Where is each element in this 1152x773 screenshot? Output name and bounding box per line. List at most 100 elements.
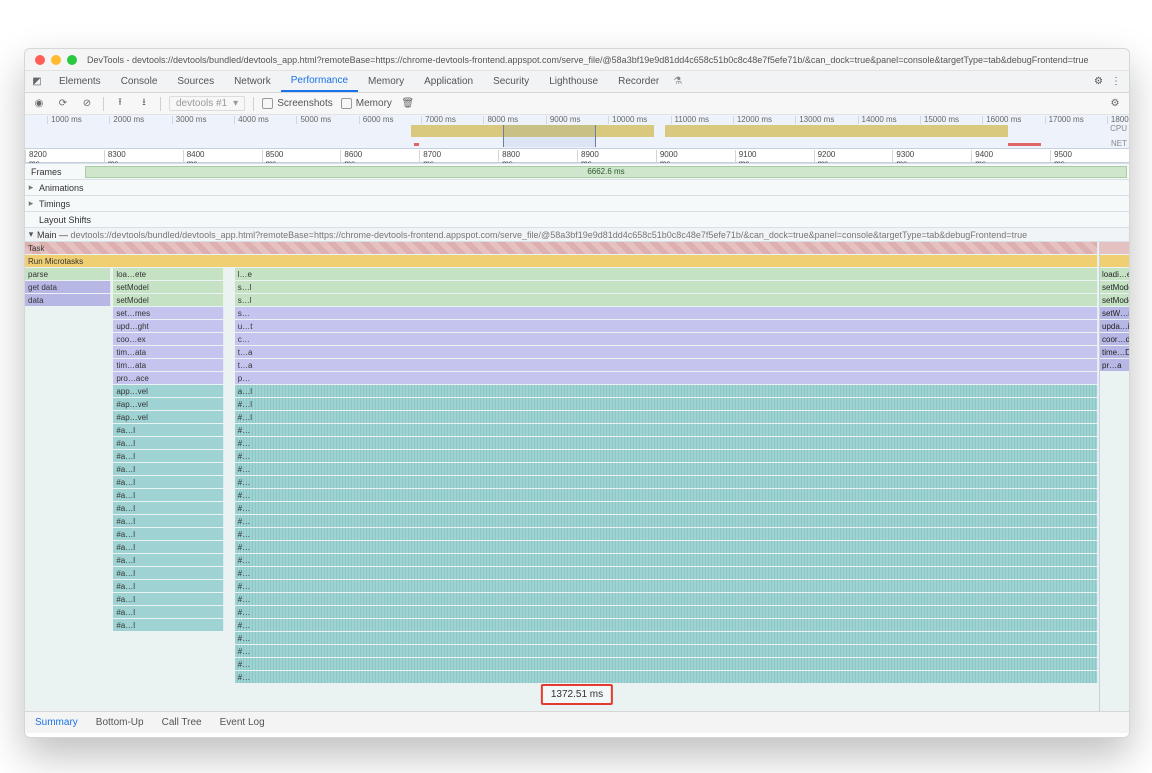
flame-bar[interactable]: s… bbox=[235, 307, 1098, 319]
flame-bar[interactable]: p… bbox=[235, 372, 1098, 384]
flame-bar[interactable]: u…t bbox=[235, 320, 1098, 332]
flame-bar[interactable]: #… bbox=[235, 554, 1098, 566]
detail-tab-call-tree[interactable]: Call Tree bbox=[162, 717, 202, 728]
flame-bar[interactable]: upd…ght bbox=[113, 320, 223, 332]
flame-bar[interactable]: #a…l bbox=[113, 541, 223, 553]
tab-application[interactable]: Application bbox=[414, 71, 483, 92]
close-icon[interactable] bbox=[35, 55, 45, 65]
flame-label[interactable]: get data bbox=[25, 281, 111, 293]
flame-bar[interactable]: #a…l bbox=[113, 489, 223, 501]
expand-icon[interactable]: ▸ bbox=[25, 182, 37, 193]
flame-bar[interactable]: #… bbox=[235, 580, 1098, 592]
flame-bar[interactable]: #… bbox=[235, 671, 1098, 683]
tab-security[interactable]: Security bbox=[483, 71, 539, 92]
flame-bar[interactable]: #…l bbox=[235, 398, 1098, 410]
flame-bar[interactable]: #… bbox=[235, 463, 1098, 475]
flame-bar[interactable]: #a…l bbox=[113, 463, 223, 475]
tab-console[interactable]: Console bbox=[111, 71, 168, 92]
minimize-icon[interactable] bbox=[51, 55, 61, 65]
layout-shifts-track[interactable]: Layout Shifts bbox=[25, 211, 1129, 227]
flame-bar[interactable]: #… bbox=[235, 502, 1098, 514]
tab-performance[interactable]: Performance bbox=[281, 71, 358, 92]
flame-bar[interactable]: coo…ex bbox=[113, 333, 223, 345]
flame-bar[interactable]: #… bbox=[235, 541, 1098, 553]
clear-icon[interactable]: ⊘ bbox=[79, 98, 95, 109]
flame-bar[interactable]: #… bbox=[235, 476, 1098, 488]
tab-lighthouse[interactable]: Lighthouse bbox=[539, 71, 608, 92]
more-icon[interactable]: ⋮ bbox=[1111, 76, 1121, 87]
detail-tab-summary[interactable]: Summary bbox=[35, 717, 78, 728]
main-track-header[interactable]: ▾ Main — devtools://devtools/bundled/dev… bbox=[25, 227, 1129, 241]
traffic-lights[interactable] bbox=[25, 55, 87, 65]
gear-icon[interactable]: ⚙ bbox=[1107, 98, 1123, 109]
flame-bar[interactable]: #… bbox=[235, 606, 1098, 618]
flame-bar[interactable]: #ap…vel bbox=[113, 411, 223, 423]
flame-bar[interactable]: s…l bbox=[235, 281, 1098, 293]
inspect-icon[interactable]: ◩ bbox=[25, 76, 49, 87]
record-icon[interactable]: ◉ bbox=[31, 98, 47, 109]
flame-bar[interactable]: #a…l bbox=[113, 528, 223, 540]
microtask-bar[interactable]: Run Microtasks bbox=[25, 255, 1098, 267]
frame-bar[interactable]: 6662.6 ms bbox=[85, 166, 1127, 178]
tab-network[interactable]: Network bbox=[224, 71, 281, 92]
flame-bar[interactable]: #ap…vel bbox=[113, 398, 223, 410]
tab-sources[interactable]: Sources bbox=[167, 71, 224, 92]
upload-icon[interactable]: ⭱ bbox=[112, 95, 128, 112]
download-icon[interactable]: ⭳ bbox=[136, 95, 152, 112]
flame-bar[interactable]: #a…l bbox=[113, 580, 223, 592]
detail-tab-event-log[interactable]: Event Log bbox=[220, 717, 265, 728]
flame-bar[interactable]: #… bbox=[235, 645, 1098, 657]
flame-bar[interactable]: #a…l bbox=[113, 619, 223, 631]
flame-bar[interactable]: #a…l bbox=[113, 476, 223, 488]
settings-icon[interactable]: ⚙ bbox=[1094, 76, 1103, 87]
flame-bar[interactable]: setModel bbox=[113, 294, 223, 306]
flame-bar[interactable]: #…l bbox=[235, 411, 1098, 423]
timings-track[interactable]: ▸Timings bbox=[25, 195, 1129, 211]
flame-bar[interactable]: #a…l bbox=[113, 593, 223, 605]
flame-bar[interactable]: #… bbox=[235, 489, 1098, 501]
collapse-icon[interactable]: ▾ bbox=[25, 229, 37, 240]
screenshots-checkbox[interactable]: Screenshots bbox=[262, 98, 333, 109]
flame-bar[interactable]: t…a bbox=[235, 359, 1098, 371]
flame-bar[interactable]: #… bbox=[235, 437, 1098, 449]
flame-bar[interactable]: #… bbox=[235, 567, 1098, 579]
flame-bar[interactable]: #a…l bbox=[113, 450, 223, 462]
animations-track[interactable]: ▸Animations bbox=[25, 179, 1129, 195]
overview-timeline[interactable]: 1000 ms2000 ms3000 ms4000 ms5000 ms6000 … bbox=[25, 115, 1129, 149]
flame-bar[interactable]: t…a bbox=[235, 346, 1098, 358]
time-ruler[interactable]: 8200 ms8300 ms8400 ms8500 ms8600 ms8700 … bbox=[25, 149, 1129, 163]
memory-checkbox[interactable]: Memory bbox=[341, 98, 392, 109]
flame-bar[interactable]: #a…l bbox=[113, 606, 223, 618]
reload-icon[interactable]: ⟳ bbox=[55, 98, 71, 109]
frames-track[interactable]: Frames 6662.6 ms bbox=[25, 163, 1129, 179]
maximize-icon[interactable] bbox=[67, 55, 77, 65]
flame-bar[interactable]: tim…ata bbox=[113, 346, 223, 358]
tab-elements[interactable]: Elements bbox=[49, 71, 111, 92]
flame-bar[interactable]: l…e bbox=[235, 268, 1098, 280]
flame-bar[interactable]: tim…ata bbox=[113, 359, 223, 371]
flame-label[interactable]: data bbox=[25, 294, 111, 306]
task-bar[interactable]: Task bbox=[25, 242, 1098, 254]
flame-bar[interactable]: app…vel bbox=[113, 385, 223, 397]
flamechart[interactable]: loadi…etesetModelsetModelsetW…mesupda…ig… bbox=[25, 241, 1129, 711]
flame-bar[interactable]: set…mes bbox=[113, 307, 223, 319]
flame-bar[interactable]: pro…ace bbox=[113, 372, 223, 384]
tab-memory[interactable]: Memory bbox=[358, 71, 414, 92]
flame-bar[interactable]: loa…ete bbox=[113, 268, 223, 280]
trash-icon[interactable]: 🗑 bbox=[400, 98, 416, 109]
tab-recorder[interactable]: Recorder bbox=[608, 71, 669, 92]
flame-bar[interactable]: #… bbox=[235, 528, 1098, 540]
overview-selection[interactable] bbox=[503, 125, 596, 147]
flame-bar[interactable]: #a…l bbox=[113, 502, 223, 514]
flame-bar[interactable]: #… bbox=[235, 450, 1098, 462]
flame-bar[interactable]: #a…l bbox=[113, 554, 223, 566]
detail-tab-bottom-up[interactable]: Bottom-Up bbox=[96, 717, 144, 728]
flame-label[interactable]: parse bbox=[25, 268, 111, 280]
flame-bar[interactable]: #… bbox=[235, 515, 1098, 527]
flame-bar[interactable]: setModel bbox=[113, 281, 223, 293]
flame-bar[interactable]: #… bbox=[235, 424, 1098, 436]
flame-bar[interactable]: #a…l bbox=[113, 515, 223, 527]
flame-bar[interactable]: #… bbox=[235, 632, 1098, 644]
flame-bar[interactable]: #… bbox=[235, 593, 1098, 605]
profile-select[interactable]: devtools #1 ▾ bbox=[169, 96, 245, 111]
